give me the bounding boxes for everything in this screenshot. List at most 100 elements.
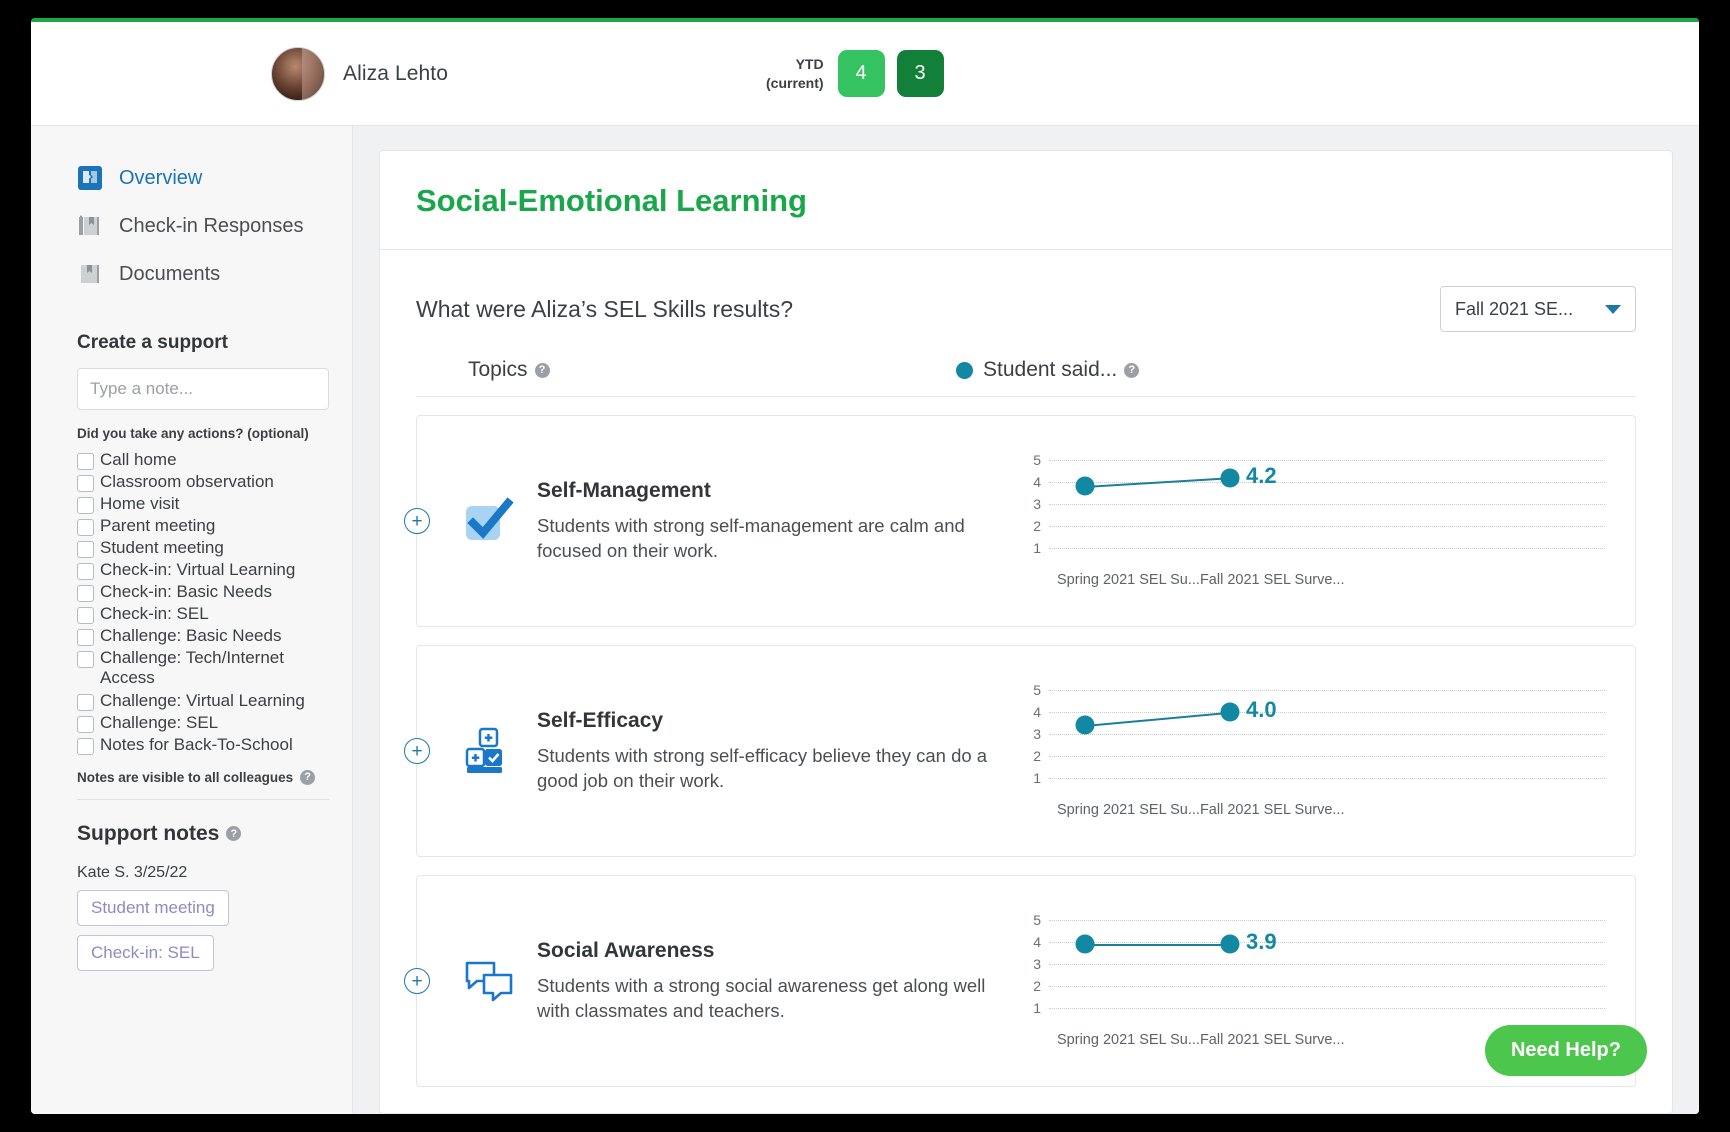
checkbox-icon[interactable]: [77, 585, 94, 603]
gridline: [1049, 920, 1605, 921]
column-header-student-said: Student said... ?: [956, 358, 1140, 382]
checkbox-icon[interactable]: [77, 497, 94, 515]
data-point[interactable]: [1220, 468, 1240, 488]
series-line: [1084, 711, 1231, 728]
topic-row: + Social Awareness Students with a strong …: [404, 875, 1636, 1087]
data-point[interactable]: [1075, 476, 1095, 496]
gridline: [1049, 942, 1605, 943]
topic-chart: 5 4 3 2 1 4.2 Spring 2021 SEL Su... Fall 2021 S…: [1007, 452, 1635, 588]
note-input[interactable]: [77, 368, 329, 410]
topic-title: Social Awareness: [537, 938, 715, 962]
gridline: [1049, 986, 1605, 987]
y-axis-tick: 1: [1033, 540, 1041, 556]
support-notes-title: Support notes ?: [77, 822, 352, 846]
checkbox-icon[interactable]: [77, 541, 94, 559]
speech-bubbles-icon: [463, 955, 515, 1007]
topic-chart: 5 4 3 2 1 4.0 Spring 2021 SEL Su... Fall 2021 S…: [1007, 682, 1635, 818]
action-checkbox-label: Challenge: SEL: [100, 712, 219, 732]
ytd-summary: YTD (current) 4 3: [766, 50, 956, 97]
sidebar-item-documents[interactable]: Documents: [31, 250, 352, 298]
y-axis-tick: 5: [1033, 912, 1041, 928]
expand-row-button[interactable]: +: [404, 738, 430, 764]
ytd-badge-secondary[interactable]: 3: [896, 50, 944, 97]
checkbox-icon[interactable]: [77, 563, 94, 581]
help-icon[interactable]: ?: [226, 826, 242, 842]
action-checkbox-list: Call home Classroom observation Home visit…: [31, 449, 352, 756]
action-checkbox-row[interactable]: Classroom observation: [77, 471, 327, 493]
data-point[interactable]: [1075, 934, 1095, 954]
gridline: [1049, 504, 1605, 505]
sel-card: Social-Emotional Learning What were Aliz…: [379, 150, 1673, 1114]
x-axis-labels: Spring 2021 SEL Su... Fall 2021 SEL Surve…: [1025, 802, 1605, 818]
main-content: Social-Emotional Learning What were Aliz…: [353, 126, 1699, 1114]
survey-select-value: Fall 2021 SE...: [1455, 298, 1574, 319]
help-icon[interactable]: ?: [1124, 362, 1140, 378]
sidebar-item-label: Documents: [119, 262, 221, 285]
ytd-label: YTD (current): [766, 55, 824, 91]
action-checkbox-row[interactable]: Home visit: [77, 493, 327, 515]
top-bar: Aliza Lehto YTD (current) 4 3: [31, 22, 1699, 126]
expand-row-button[interactable]: +: [404, 508, 430, 534]
note-author-date: Kate S. 3/25/22: [77, 863, 188, 881]
checkbox-icon[interactable]: [77, 453, 94, 470]
action-checkbox-row[interactable]: Check-in: Virtual Learning: [77, 559, 327, 581]
card-header: Social-Emotional Learning: [380, 151, 1672, 250]
checkbox-icon[interactable]: [77, 475, 94, 493]
visibility-note: Notes are visible to all colleagues ?: [77, 769, 352, 785]
checkbox-icon[interactable]: [77, 715, 94, 733]
sidebar-item-overview[interactable]: Overview: [31, 154, 352, 202]
action-checkbox-row[interactable]: Challenge: Virtual Learning: [77, 690, 327, 712]
puzzle-icon: [77, 165, 103, 191]
sidebar-item-label: Overview: [119, 166, 203, 189]
data-point[interactable]: [1075, 715, 1095, 735]
checkbox-icon[interactable]: [77, 737, 94, 755]
data-point-value: 3.9: [1246, 929, 1277, 955]
ytd-badge-primary[interactable]: 4: [837, 50, 885, 97]
gridline: [1049, 964, 1605, 965]
action-checkbox-label: Parent meeting: [100, 516, 216, 536]
action-checkbox-row[interactable]: Check-in: SEL: [77, 603, 327, 625]
note-tag[interactable]: Student meeting: [77, 889, 229, 926]
help-icon[interactable]: ?: [534, 362, 550, 378]
help-icon[interactable]: ?: [300, 769, 316, 785]
x-axis-tick: Fall 2021 SEL Surve...: [1199, 1032, 1345, 1048]
topic-row: + Self-Efficacy Students with strong self-…: [404, 645, 1636, 857]
y-axis-tick: 1: [1033, 1000, 1041, 1016]
expand-row-button[interactable]: +: [404, 968, 430, 994]
action-checkbox-label: Check-in: SEL: [100, 604, 209, 624]
action-checkbox-row[interactable]: Challenge: SEL: [77, 712, 327, 734]
topic-text: Self-Management Students with strong self…: [537, 479, 1007, 564]
action-checkbox-label: Student meeting: [100, 538, 224, 558]
survey-select[interactable]: Fall 2021 SE...: [1440, 286, 1636, 332]
gridline: [1049, 734, 1605, 735]
action-checkbox-row[interactable]: Check-in: Basic Needs: [77, 581, 327, 603]
action-checkbox-row[interactable]: Challenge: Tech/Internet Access: [77, 647, 327, 689]
topic-title: Self-Management: [537, 478, 711, 502]
question-row: What were Aliza’s SEL Skills results? Fa…: [380, 250, 1672, 332]
y-axis-tick: 2: [1033, 518, 1041, 534]
action-checkbox-row[interactable]: Challenge: Basic Needs: [77, 625, 327, 647]
action-checkbox-row[interactable]: Call home: [77, 449, 327, 471]
y-axis-tick: 4: [1033, 934, 1041, 950]
topic-text: Self-Efficacy Students with strong self-e…: [537, 709, 1007, 794]
action-checkbox-row[interactable]: Parent meeting: [77, 515, 327, 537]
series-line: [1085, 944, 1230, 947]
action-checkbox-row[interactable]: Notes for Back-To-School: [77, 734, 327, 756]
action-checkbox-row[interactable]: Student meeting: [77, 537, 327, 559]
y-axis-tick: 2: [1033, 748, 1041, 764]
checkbox-icon[interactable]: [77, 693, 94, 711]
note-tag[interactable]: Check-in: SEL: [77, 934, 214, 971]
checkbox-icon[interactable]: [77, 651, 94, 669]
topic-description: Students with a strong social awareness …: [537, 974, 986, 1021]
topic-rows: + Self-Management Students with strong sel…: [380, 415, 1672, 1087]
checkbox-icon[interactable]: [77, 519, 94, 537]
sidebar-item-checkin-responses[interactable]: Check-in Responses: [31, 202, 352, 250]
topic-description: Students with strong self-efficacy belie…: [537, 744, 988, 791]
data-point[interactable]: [1220, 702, 1240, 722]
data-point[interactable]: [1220, 934, 1240, 954]
checkbox-icon[interactable]: [77, 629, 94, 647]
y-axis-tick: 4: [1033, 474, 1041, 490]
need-help-button[interactable]: Need Help?: [1484, 1025, 1647, 1076]
checkbox-icon[interactable]: [77, 607, 94, 625]
gridline: [1049, 460, 1605, 461]
